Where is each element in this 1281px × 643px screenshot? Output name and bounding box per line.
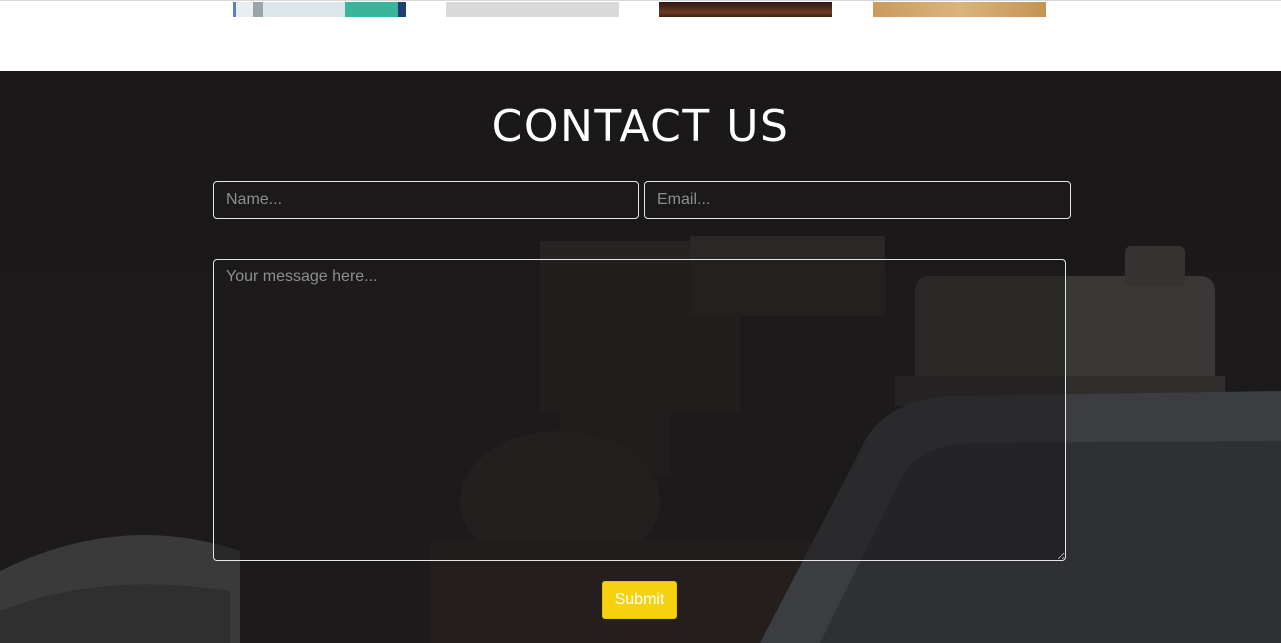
- submit-button[interactable]: Submit: [602, 581, 677, 619]
- message-textarea[interactable]: [213, 259, 1066, 561]
- name-input[interactable]: [213, 181, 639, 219]
- contact-section: CONTACT US Submit: [0, 71, 1281, 643]
- portfolio-strip: [0, 0, 1281, 71]
- portfolio-thumbnail[interactable]: [446, 2, 619, 17]
- portfolio-thumbnail[interactable]: [873, 2, 1046, 17]
- contact-title: CONTACT US: [491, 101, 790, 152]
- email-input[interactable]: [644, 181, 1071, 219]
- portfolio-thumbnail[interactable]: [659, 2, 832, 17]
- portfolio-thumbnail[interactable]: [233, 2, 406, 17]
